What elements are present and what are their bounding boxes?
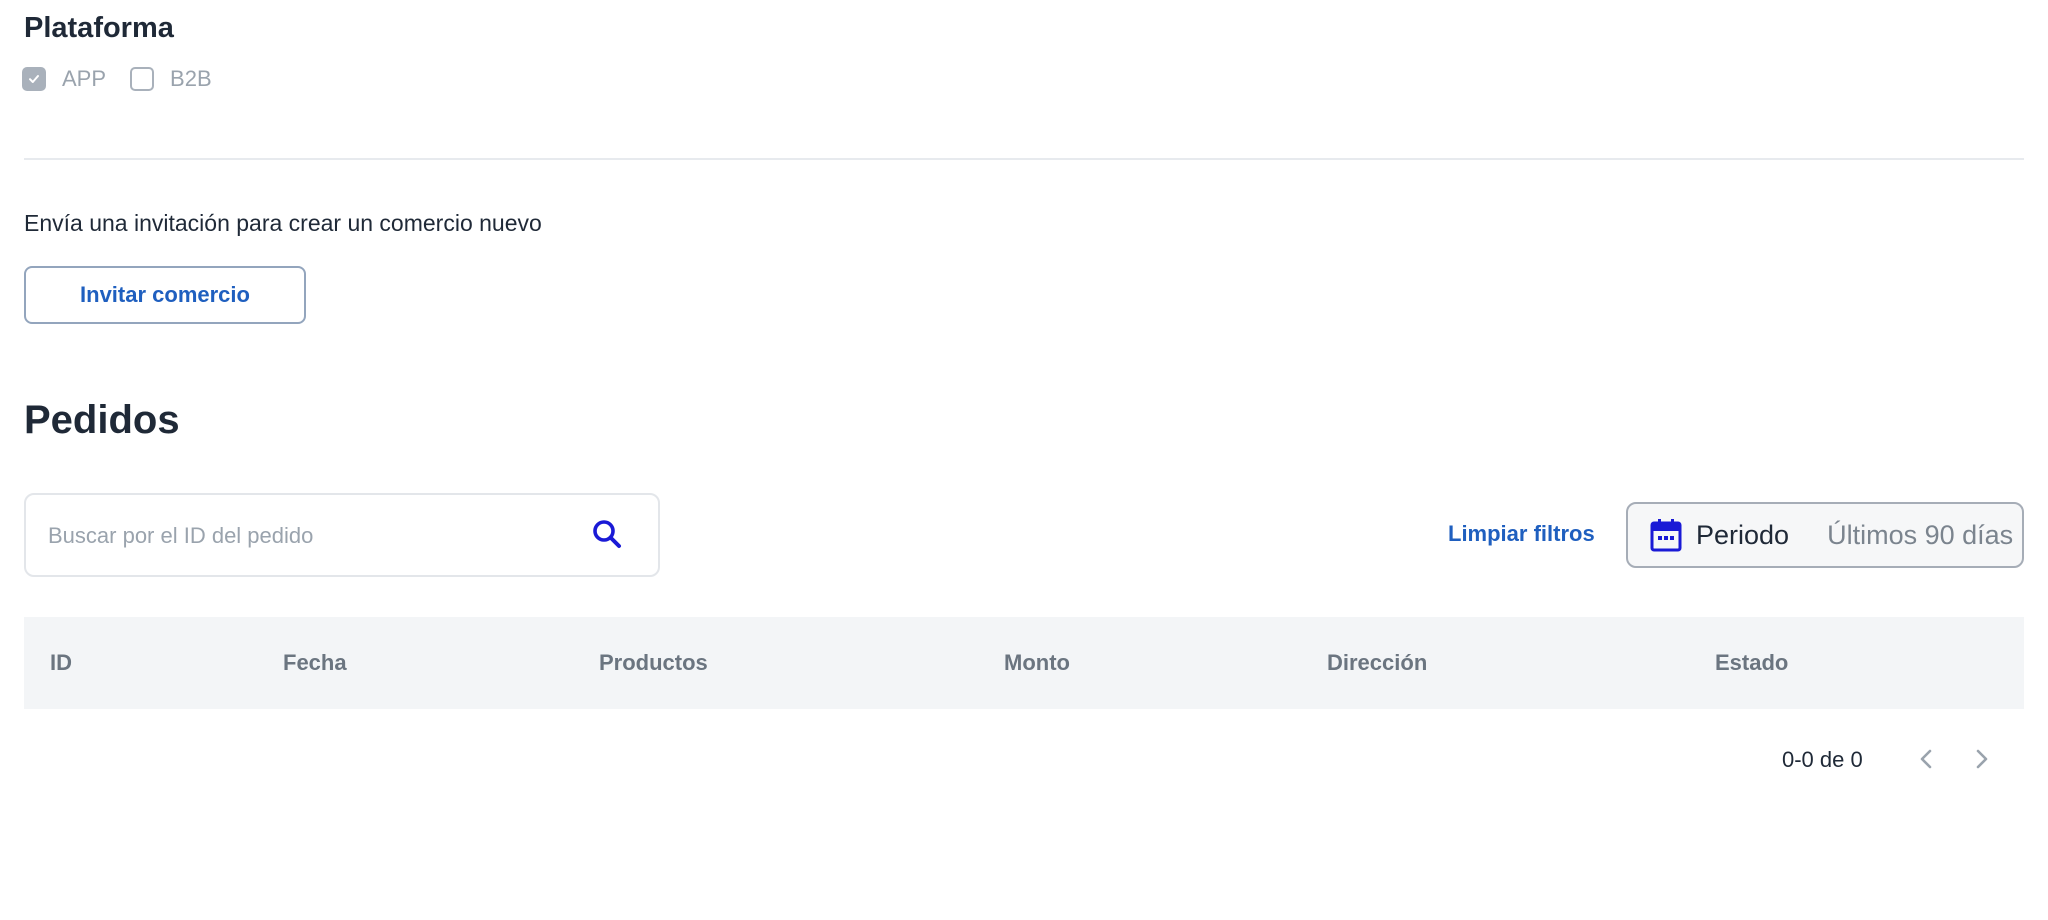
column-header-products[interactable]: Productos [599, 650, 708, 676]
column-header-status[interactable]: Estado [1715, 650, 1788, 676]
clear-filters-link[interactable]: Limpiar filtros [1448, 521, 1595, 547]
next-page-button[interactable] [1965, 743, 1997, 775]
search-icon[interactable] [588, 515, 628, 555]
section-divider [24, 158, 2024, 160]
b2b-label: B2B [170, 66, 212, 91]
orders-title: Pedidos [24, 398, 180, 442]
order-search [24, 493, 660, 577]
platform-option-app[interactable]: APP [22, 66, 106, 92]
invite-merchant-button[interactable]: Invitar comercio [24, 266, 306, 324]
app-checkbox[interactable] [22, 67, 46, 91]
calendar-icon [1650, 518, 1682, 552]
chevron-right-icon [1976, 749, 1988, 769]
platform-options: APP B2B [22, 66, 236, 92]
invite-description: Envía una invitación para crear un comer… [24, 210, 542, 236]
column-header-date[interactable]: Fecha [283, 650, 347, 676]
check-icon [29, 75, 39, 83]
column-header-amount[interactable]: Monto [1004, 650, 1070, 676]
column-header-address[interactable]: Dirección [1327, 650, 1427, 676]
order-search-input[interactable] [46, 495, 570, 577]
period-label: Periodo [1696, 519, 1790, 550]
column-header-id[interactable]: ID [50, 650, 72, 676]
period-value: Últimos 90 días [1827, 519, 2014, 550]
period-filter-button[interactable]: Periodo Últimos 90 días [1626, 502, 2024, 568]
chevron-left-icon [1920, 749, 1932, 769]
platform-title: Plataforma [24, 12, 174, 44]
pagination-range: 0-0 de 0 [1782, 747, 1863, 772]
app-label: APP [62, 66, 107, 91]
orders-table-header: ID Fecha Productos Monto Dirección Estad… [24, 617, 2024, 709]
previous-page-button[interactable] [1911, 743, 1943, 775]
platform-option-b2b[interactable]: B2B [130, 66, 212, 92]
b2b-checkbox[interactable] [130, 67, 155, 91]
